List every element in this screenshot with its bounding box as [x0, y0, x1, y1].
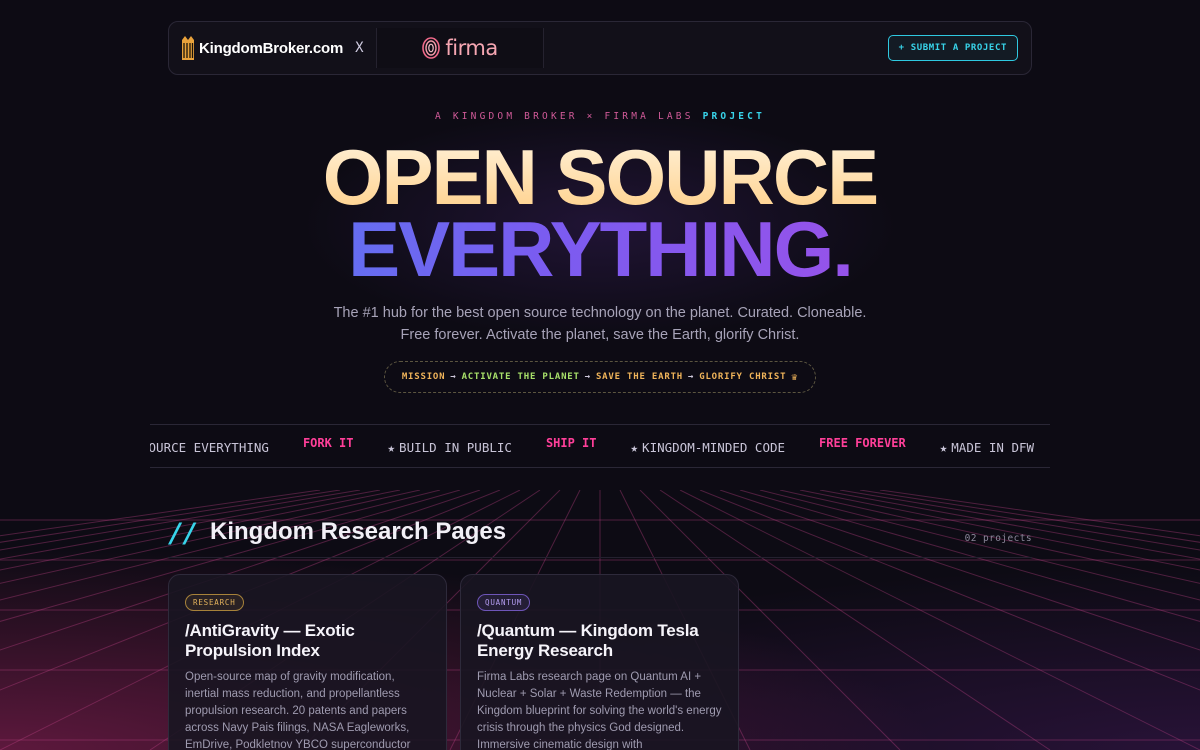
subcopy-line-1: The #1 hub for the best open source tech… — [333, 305, 867, 321]
submit-project-button[interactable]: + SUBMIT A PROJECT — [887, 35, 1018, 61]
brand-separator: X — [355, 40, 364, 56]
card-description: Firma Labs research page on Quantum AI +… — [477, 671, 722, 750]
mission-step-3: GLORIFY CHRIST — [699, 372, 787, 382]
firma-brand[interactable]: firma — [375, 28, 544, 68]
mission-arrow: → — [688, 372, 695, 382]
section-title: Kingdom Research Pages — [210, 518, 507, 545]
star-icon: ★ — [939, 439, 948, 455]
marquee-item: ★ MADE IN DFW — [940, 440, 1034, 455]
project-card-antigravity[interactable]: RESEARCH /AntiGravity — Exotic Propulsio… — [168, 574, 447, 750]
marquee-item-text: SOURCE EVERYTHING — [150, 439, 269, 455]
firma-wordmark: firma — [445, 36, 498, 60]
marquee-item: FORK IT — [303, 436, 354, 450]
firma-fingerprint-icon — [422, 37, 441, 59]
card-description: Open-source map of gravity modification,… — [185, 671, 411, 750]
mission-step-2: SAVE THE EARTH — [595, 372, 684, 382]
marquee-item: SHIP IT — [546, 436, 597, 450]
marquee-item: ★ KINGDOM-MINDED CODE — [631, 440, 786, 455]
marquee-item: FREE FOREVER — [819, 436, 906, 450]
kingdombroker-wordmark: KingdomBroker.com — [199, 39, 344, 57]
project-count: 02 projects — [964, 533, 1032, 544]
subcopy-line-2: Free forever. Activate the planet, save … — [400, 327, 800, 343]
kingdom-crown-icon — [182, 36, 194, 60]
mission-pill: MISSION → ACTIVATE THE PLANET → SAVE THE… — [384, 361, 816, 393]
marquee-item-text: FREE FOREVER — [819, 436, 906, 450]
hero-subcopy: The #1 hub for the best open source tech… — [300, 302, 900, 346]
crown-icon: ♛ — [791, 371, 799, 383]
section-header: // Kingdom Research Pages 02 projects — [168, 516, 1032, 558]
eyebrow-main-text: A KINGDOM BROKER × FIRMA LABS — [434, 111, 694, 122]
kingdombroker-brand[interactable]: KingdomBroker.com — [181, 34, 343, 62]
mission-label: MISSION — [401, 372, 446, 382]
mission-step-1: ACTIVATE THE PLANET — [461, 372, 580, 382]
card-title: /Quantum — Kingdom Tesla Energy Research — [477, 621, 699, 660]
star-icon: ★ — [630, 439, 639, 455]
mission-arrow: → — [450, 372, 457, 382]
slogan-marquee: SOURCE EVERYTHING FORK IT ★ BUILD IN PUBLIC… — [150, 424, 1050, 468]
top-navigation-bar: KingdomBroker.com X firma + SUBMIT A PRO… — [168, 21, 1032, 75]
marquee-item-text: SHIP IT — [545, 436, 597, 450]
marquee-item: ★ BUILD IN PUBLIC — [388, 440, 512, 455]
section-slashes-icon: // — [168, 518, 198, 549]
card-tag: RESEARCH — [185, 594, 244, 611]
hero-eyebrow: A KINGDOM BROKER × FIRMA LABS PROJECT — [0, 111, 1200, 122]
marquee-item-text: BUILD IN PUBLIC — [399, 439, 512, 455]
marquee-track: SOURCE EVERYTHING FORK IT ★ BUILD IN PUBLIC… — [150, 425, 1050, 467]
card-tag: QUANTUM — [477, 594, 531, 611]
headline-line-2: EVERYTHING. — [0, 210, 1200, 288]
card-title: /AntiGravity — Exotic Propulsion Index — [185, 621, 355, 660]
project-card-quantum[interactable]: QUANTUM /Quantum — Kingdom Tesla Energy … — [460, 574, 739, 750]
marquee-item-text: KINGDOM-MINDED CODE — [642, 439, 786, 455]
marquee-item-text: FORK IT — [302, 436, 354, 450]
marquee-item-text: MADE IN DFW — [951, 439, 1035, 455]
mission-arrow: → — [584, 372, 591, 382]
star-icon: ★ — [387, 439, 396, 455]
marquee-item: SOURCE EVERYTHING — [150, 440, 269, 455]
eyebrow-accent-text: PROJECT — [702, 111, 766, 122]
